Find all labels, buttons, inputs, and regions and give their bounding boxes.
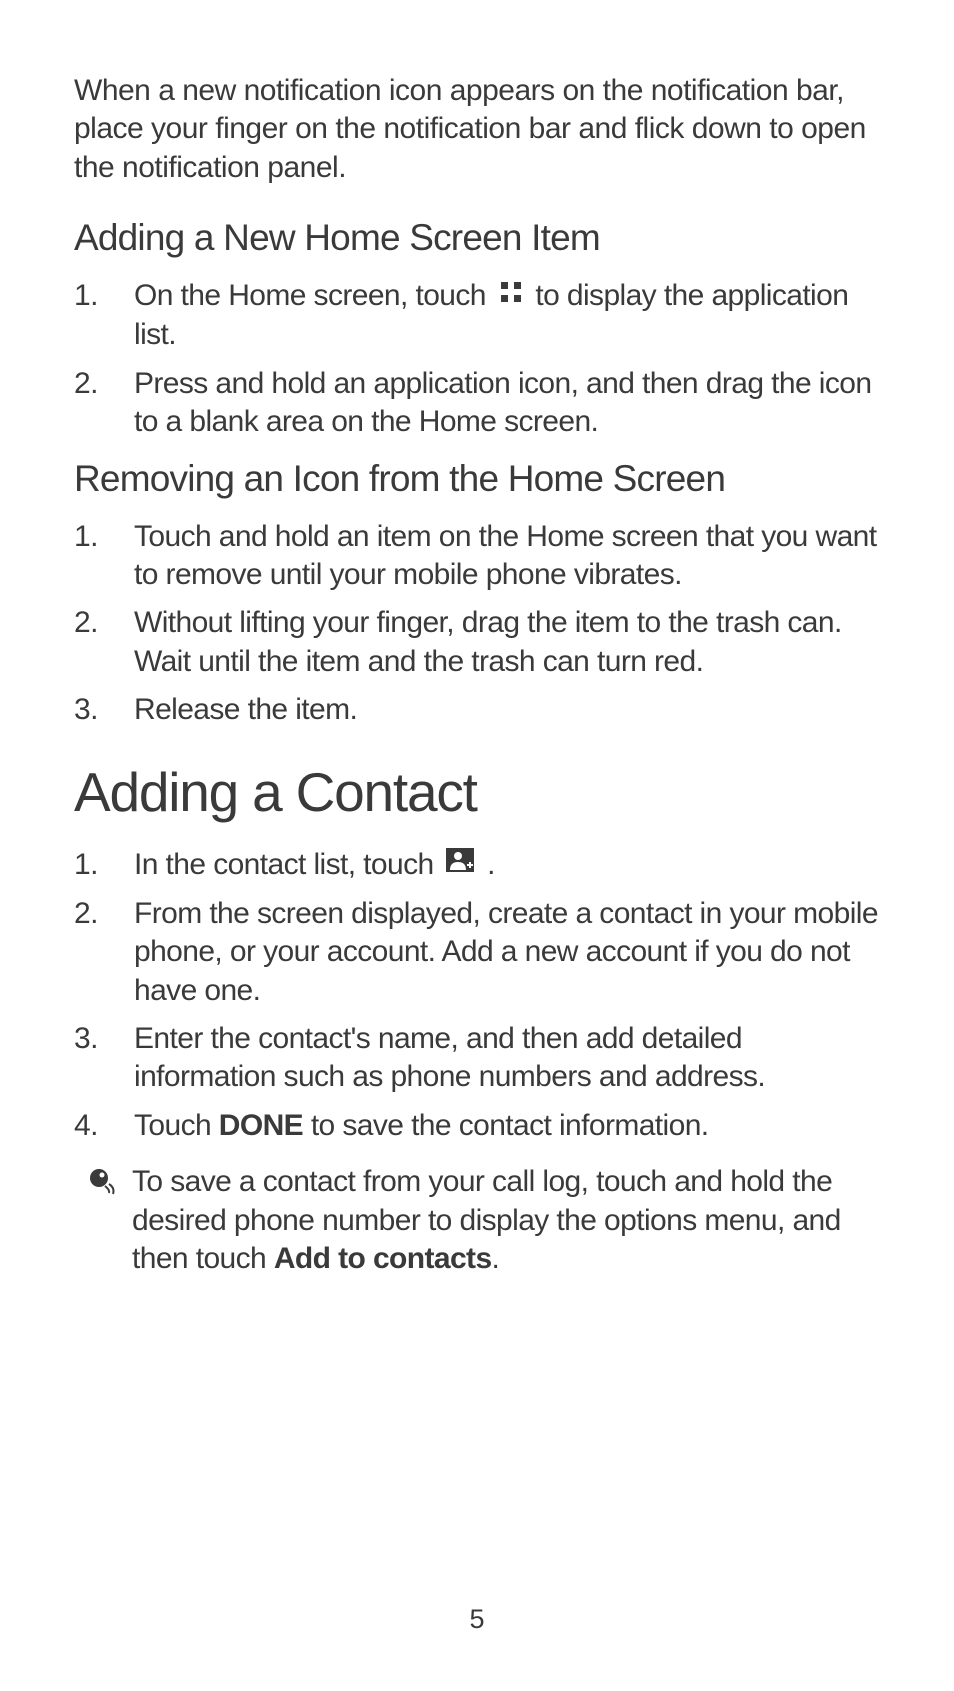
list-item: In the contact list, touch . [74,846,880,885]
heading-adding-contact: Adding a Contact [74,760,880,824]
tip-text: To save a contact from your call log, to… [132,1163,880,1278]
list-item: Touch and hold an item on the Home scree… [74,518,880,595]
list-item-text-pre: In the contact list, touch [134,848,441,881]
list-item: On the Home screen, touch to display the… [74,277,880,355]
list-item: Enter the contact's name, and then add d… [74,1020,880,1097]
list-item-text-pre: On the Home screen, touch [134,279,494,312]
add-to-contacts-label: Add to contacts [274,1242,492,1275]
tip-block: To save a contact from your call log, to… [74,1163,880,1278]
list-item-text-post: to save the contact information. [303,1109,708,1142]
list-item-text-post: . [487,848,495,881]
tip-icon [88,1163,132,1202]
tip-text-post: . [492,1242,500,1275]
heading-adding-home-item: Adding a New Home Screen Item [74,217,880,259]
list-item: Release the item. [74,691,880,729]
list-item: Without lifting your finger, drag the it… [74,604,880,681]
list-removing-icon: Touch and hold an item on the Home scree… [74,518,880,730]
list-adding-home-item: On the Home screen, touch to display the… [74,277,880,441]
list-item: From the screen displayed, create a cont… [74,895,880,1010]
list-item-text-pre: Touch [134,1109,219,1142]
list-item: Press and hold an application icon, and … [74,365,880,442]
add-contact-icon [446,844,474,882]
list-adding-contact: In the contact list, touch . From the sc… [74,846,880,1146]
list-item: Touch DONE to save the contact informati… [74,1107,880,1145]
page-number: 5 [0,1604,954,1635]
heading-removing-icon: Removing an Icon from the Home Screen [74,458,880,500]
done-label: DONE [219,1109,303,1142]
intro-paragraph: When a new notification icon appears on … [74,72,880,187]
apps-grid-icon [499,276,523,314]
